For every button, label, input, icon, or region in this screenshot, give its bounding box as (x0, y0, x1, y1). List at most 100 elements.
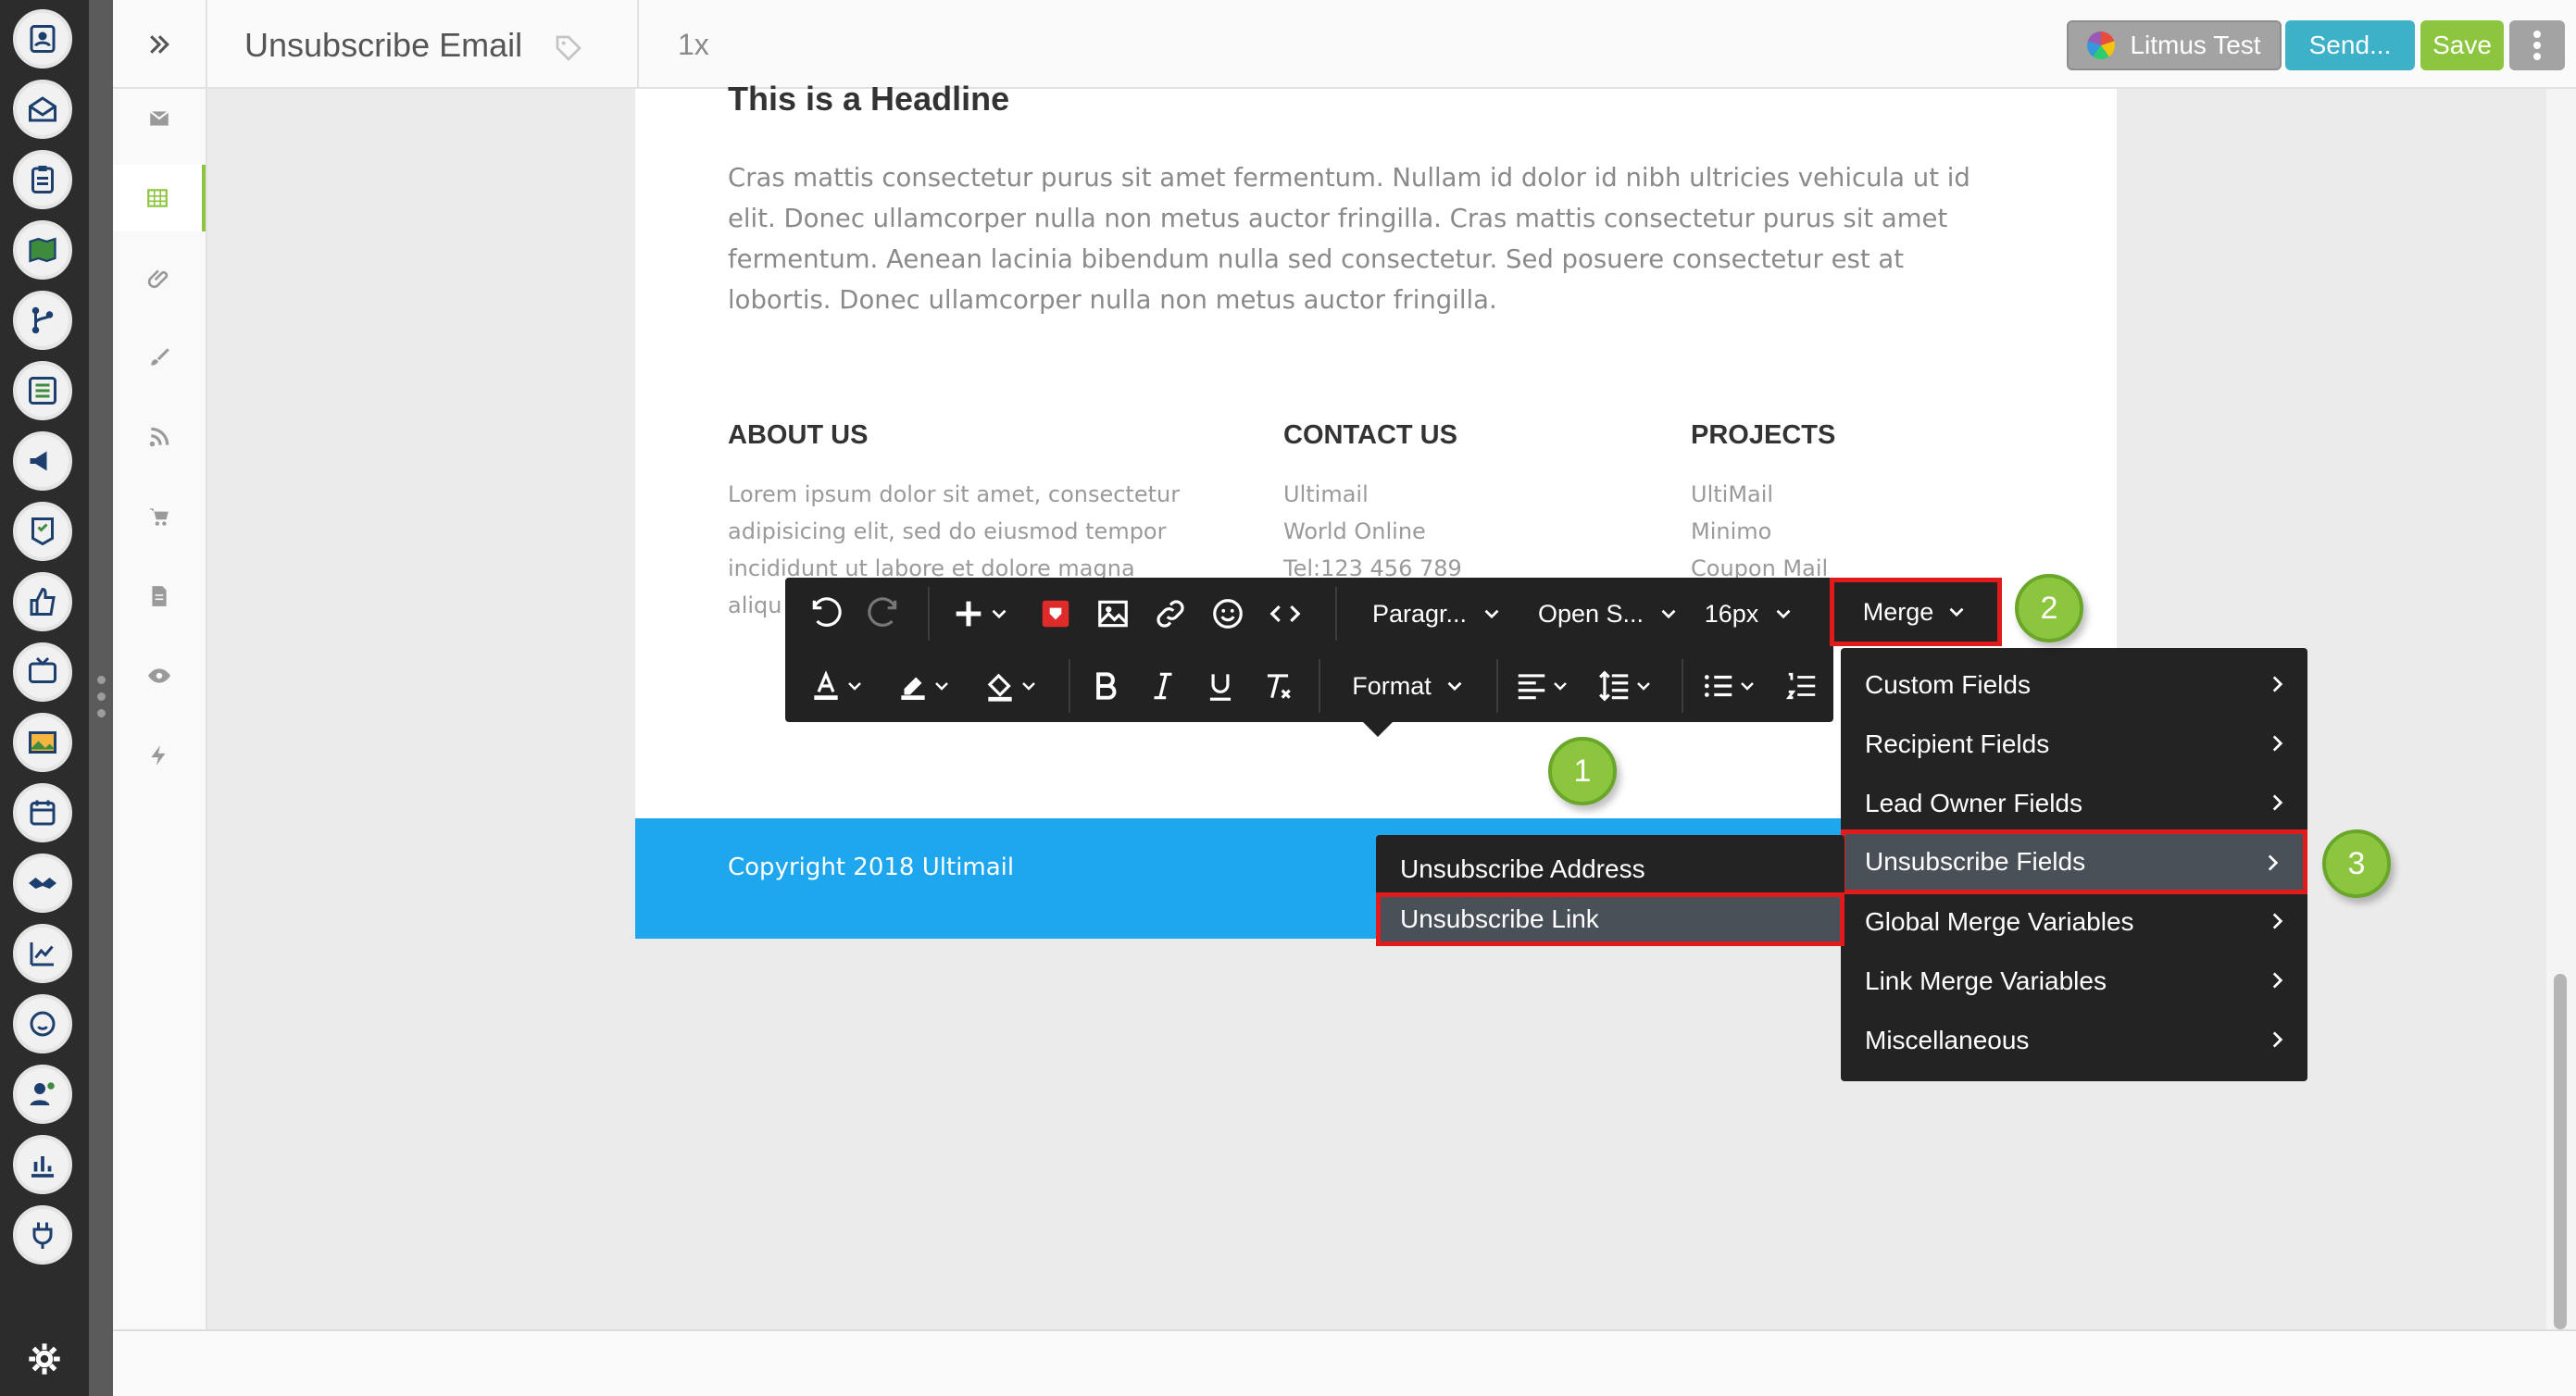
contact-us-text[interactable]: Ultimail World Online Tel:123 456 789 (1283, 476, 1462, 587)
workflow-icon[interactable] (13, 291, 72, 350)
thumbs-up-icon[interactable] (13, 572, 72, 631)
projects-line: Minimo (1691, 518, 1772, 544)
about-us-heading[interactable]: ABOUT US (728, 420, 868, 451)
chevron-right-icon (2272, 972, 2283, 989)
emoji-button[interactable] (1200, 578, 1256, 650)
contact-us-heading[interactable]: CONTACT US (1283, 420, 1457, 451)
projects-heading[interactable]: PROJECTS (1691, 420, 1835, 451)
chevron-down-icon (1661, 609, 1676, 619)
submenu-item-unsubscribe-link[interactable]: Unsubscribe Link (1376, 892, 1844, 946)
analytics-icon[interactable] (13, 924, 72, 983)
undo-icon (812, 597, 842, 627)
bottom-status-bar (113, 1329, 2576, 1396)
bold-button[interactable] (1078, 650, 1133, 722)
send-button[interactable]: Send... (2285, 20, 2415, 70)
sidebar-item-document[interactable] (113, 563, 206, 629)
clear-formatting-button[interactable] (1250, 650, 1306, 722)
italic-button[interactable] (1135, 650, 1191, 722)
underline-button[interactable] (1193, 650, 1248, 722)
email-icon[interactable] (13, 80, 72, 139)
email-headline[interactable]: This is a Headline (728, 80, 1009, 118)
clipboard-icon[interactable] (13, 150, 72, 209)
paragraph-format-dropdown[interactable]: Paragr... (1350, 578, 1526, 650)
toolbar-separator (1335, 587, 1337, 641)
projects-text[interactable]: UltiMail Minimo Coupon Mail (1691, 476, 1828, 587)
menu-item-unsubscribe-fields[interactable]: Unsubscribe Fields (1841, 829, 2307, 894)
sidebar-item-email[interactable] (113, 85, 206, 152)
font-size-dropdown[interactable]: 16px (1693, 578, 1807, 650)
insert-dropdown[interactable] (939, 578, 1022, 650)
megaphone-icon[interactable] (13, 431, 72, 491)
integrations-icon[interactable] (13, 1205, 72, 1265)
merge-dropdown-button[interactable]: Merge (1830, 578, 2002, 646)
menu-item-miscellaneous[interactable]: Miscellaneous (1841, 1011, 2307, 1070)
canvas-scrollbar[interactable] (2546, 89, 2576, 1329)
handshake-icon[interactable] (13, 854, 72, 913)
align-dropdown[interactable] (1504, 650, 1582, 722)
paperclip-icon (147, 269, 169, 289)
gallery-icon[interactable] (13, 713, 72, 772)
toolbar-separator (928, 587, 930, 641)
menu-item-lead-owner-fields[interactable]: Lead Owner Fields (1841, 774, 2307, 833)
menu-item-recipient-fields[interactable]: Recipient Fields (1841, 715, 2307, 774)
email-body-text[interactable]: Cras mattis consectetur purus sit amet f… (728, 157, 2006, 320)
more-options-button[interactable] (2509, 20, 2565, 70)
page-title[interactable]: Unsubscribe Email (244, 26, 522, 65)
sidebar-item-design[interactable] (113, 324, 206, 391)
bullet-list-dropdown[interactable] (1691, 650, 1769, 722)
about-us-line: Lorem ipsum dolor sit amet, consectetur (728, 481, 1181, 507)
insert-image-button[interactable] (1085, 578, 1141, 650)
background-color-dropdown[interactable] (972, 650, 1050, 722)
italic-icon (1154, 672, 1172, 700)
settings-gear-icon[interactable] (26, 1340, 63, 1377)
map-icon[interactable] (13, 220, 72, 280)
litmus-test-button[interactable]: Litmus Test (2067, 20, 2282, 70)
support-icon[interactable] (13, 994, 72, 1053)
sidebar-item-automation[interactable] (113, 722, 206, 789)
rail-resize-handle[interactable] (89, 0, 113, 1396)
sidebar-item-rss[interactable] (113, 404, 206, 470)
zoom-level[interactable]: 1x (678, 28, 709, 62)
sidebar-item-commerce[interactable] (113, 483, 206, 550)
menu-item-link-merge-variables[interactable]: Link Merge Variables (1841, 952, 2307, 1011)
highlighter-icon (901, 677, 925, 701)
chevron-down-icon (848, 682, 861, 691)
format-dropdown[interactable]: Format (1326, 650, 1493, 722)
sidebar-item-attachments[interactable] (113, 244, 206, 311)
numbered-list-button[interactable] (1774, 650, 1830, 722)
scrollbar-thumb[interactable] (2554, 974, 2567, 1329)
save-button[interactable]: Save (2420, 20, 2504, 70)
litmus-test-label: Litmus Test (2130, 31, 2261, 59)
grid-icon (147, 189, 168, 207)
tv-icon[interactable] (13, 642, 72, 702)
contacts-icon[interactable] (13, 9, 72, 69)
insert-link-button[interactable] (1143, 578, 1198, 650)
menu-item-custom-fields[interactable]: Custom Fields (1841, 655, 2307, 715)
list-icon[interactable] (13, 361, 72, 420)
emoji-icon (1213, 599, 1243, 629)
chevron-right-icon (2268, 854, 2279, 871)
undo-button[interactable] (798, 578, 854, 650)
menu-item-global-merge-variables[interactable]: Global Merge Variables (1841, 892, 2307, 952)
reports-icon[interactable] (13, 1135, 72, 1194)
redo-button[interactable] (856, 578, 911, 650)
litmus-logo-icon (2087, 31, 2116, 59)
highlight-color-dropdown[interactable] (885, 650, 963, 722)
expand-sidebar-button[interactable] (113, 0, 207, 89)
stock-image-button[interactable] (1028, 578, 1083, 650)
font-family-dropdown[interactable]: Open S... (1526, 578, 1693, 650)
code-view-button[interactable] (1257, 578, 1313, 650)
submenu-item-unsubscribe-address[interactable]: Unsubscribe Address (1376, 842, 1844, 896)
tag-icon[interactable] (554, 33, 583, 63)
form-icon[interactable] (13, 502, 72, 561)
user-star-icon[interactable] (13, 1065, 72, 1124)
plus-icon (956, 601, 982, 627)
calendar-icon[interactable] (13, 783, 72, 842)
sidebar-item-preview[interactable] (113, 642, 206, 709)
chevron-down-icon (1022, 682, 1035, 691)
format-label: Format (1352, 671, 1432, 700)
copyright-text[interactable]: Copyright 2018 Ultimail (728, 854, 1014, 881)
line-height-dropdown[interactable] (1587, 650, 1665, 722)
sidebar-item-layout[interactable] (113, 165, 206, 231)
text-color-dropdown[interactable] (798, 650, 876, 722)
